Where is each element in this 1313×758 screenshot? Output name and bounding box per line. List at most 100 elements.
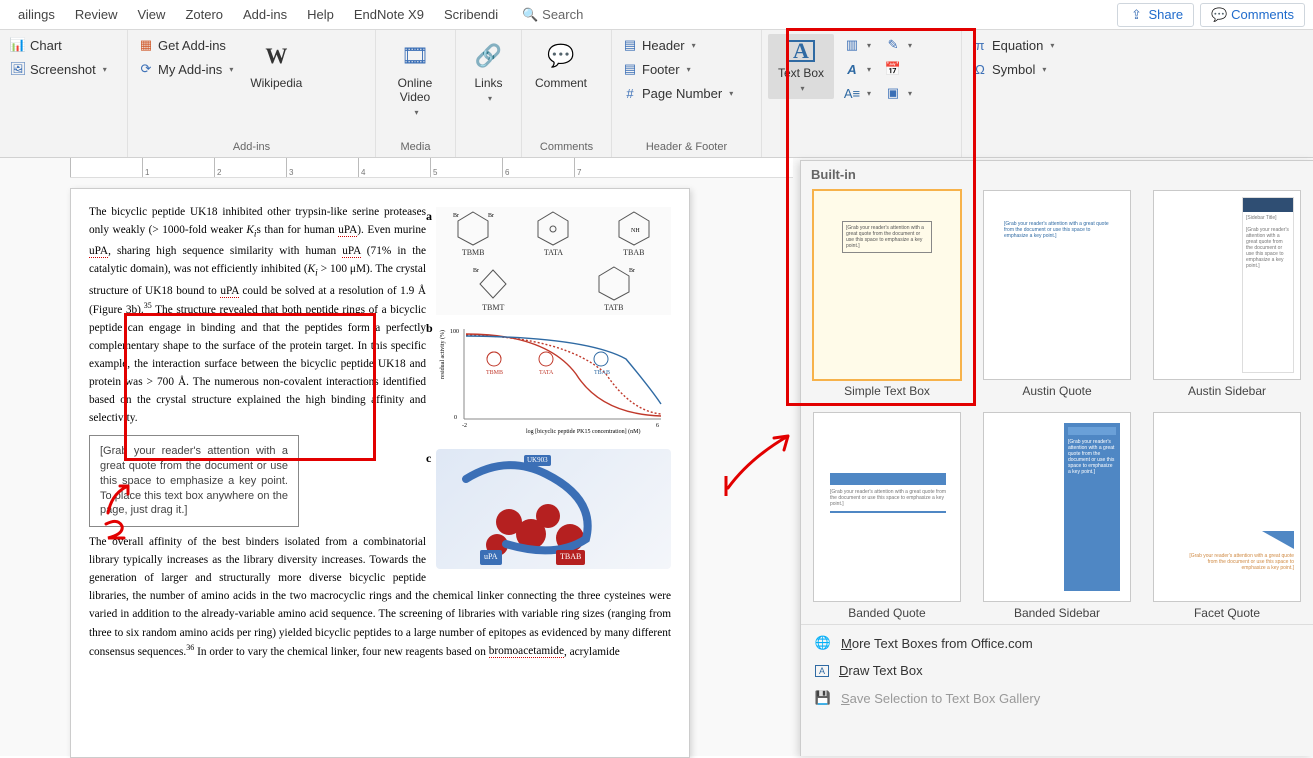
gallery-item-simple-text-box[interactable]: [Grab your reader's attention with a gre… bbox=[811, 190, 963, 398]
save-selection-gallery[interactable]: 💾Save Selection to Text Box Gallery bbox=[801, 684, 1313, 712]
svg-text:residual activity (%): residual activity (%) bbox=[439, 330, 446, 379]
mol-tatb: TATB bbox=[589, 302, 639, 315]
gallery-item-banded-quote[interactable]: [Grab your reader's attention with a gre… bbox=[811, 412, 963, 620]
document-page[interactable]: a BrBrTBMB TATA NHTBAB BrTBMT BrTATB bbox=[70, 188, 690, 758]
screenshot-button[interactable]: 🖼Screenshot bbox=[6, 58, 111, 80]
tab-review[interactable]: Review bbox=[65, 1, 128, 28]
tab-zotero[interactable]: Zotero bbox=[175, 1, 233, 28]
quick-parts-button[interactable]: ▥ bbox=[840, 34, 875, 56]
text-box-button[interactable]: A Text Box bbox=[768, 34, 834, 99]
links-button[interactable]: 🔗 Links bbox=[462, 34, 515, 109]
wordart-button[interactable]: A bbox=[840, 58, 875, 80]
draw-textbox-icon: A bbox=[815, 665, 829, 677]
wikipedia-button[interactable]: W Wikipedia bbox=[243, 34, 309, 96]
store-icon: ▦ bbox=[138, 37, 154, 53]
tab-strip: ailings Review View Zotero Add-ins Help … bbox=[0, 0, 1313, 30]
video-label: Online Video bbox=[384, 76, 446, 104]
tab-mailings[interactable]: ailings bbox=[8, 1, 65, 28]
thumb-simple: [Grab your reader's attention with a gre… bbox=[842, 221, 932, 253]
wordart-icon: A bbox=[844, 61, 860, 77]
tab-addins[interactable]: Add-ins bbox=[233, 1, 297, 28]
ruler-1: 1 bbox=[142, 158, 214, 177]
svg-text:TATA: TATA bbox=[539, 370, 554, 376]
search-icon: 🔍 bbox=[522, 7, 538, 23]
group-label-comments: Comments bbox=[528, 139, 605, 155]
symbol-icon: Ω bbox=[972, 61, 988, 77]
quickparts-icon: ▥ bbox=[844, 37, 860, 53]
search-box[interactable]: 🔍 Search bbox=[522, 7, 583, 23]
gallery-footer: 🌐MMore Text Boxes from Office.comore Tex… bbox=[801, 624, 1313, 716]
group-label-text bbox=[768, 139, 955, 155]
mol-tbmt: TBMT bbox=[468, 302, 518, 315]
wikipedia-label: Wikipedia bbox=[250, 76, 302, 90]
symbol-button[interactable]: Ω Symbol bbox=[968, 58, 1058, 80]
gallery-item-austin-sidebar[interactable]: [Sidebar Title][Grab your reader's atten… bbox=[1151, 190, 1303, 398]
date-icon: 📅 bbox=[885, 61, 901, 77]
mol-tbab: TBAB bbox=[609, 247, 659, 260]
symbol-label: Symbol bbox=[992, 62, 1035, 77]
new-comment-icon: 💬 bbox=[545, 40, 577, 72]
group-label-media: Media bbox=[382, 139, 449, 155]
more-text-boxes[interactable]: 🌐MMore Text Boxes from Office.comore Tex… bbox=[801, 629, 1313, 657]
tab-help[interactable]: Help bbox=[297, 1, 344, 28]
annotation-number-2 bbox=[100, 516, 130, 546]
horizontal-ruler[interactable]: 1 2 3 4 5 6 7 bbox=[70, 158, 793, 178]
object-button[interactable]: ▣ bbox=[881, 82, 916, 104]
get-addins-button[interactable]: ▦Get Add-ins bbox=[134, 34, 237, 56]
comment-label: Comment bbox=[535, 76, 587, 90]
gallery-item-austin-quote[interactable]: [Grab your reader's attention with a gre… bbox=[981, 190, 1133, 398]
svg-text:Br: Br bbox=[453, 213, 459, 219]
footer-button[interactable]: ▤Footer bbox=[618, 58, 737, 80]
ribbon: 📊Chart 🖼Screenshot ▦Get Add-ins ⟳ My Add-… bbox=[0, 30, 1313, 158]
chart-button[interactable]: 📊Chart bbox=[6, 34, 111, 56]
header-button[interactable]: ▤ Header bbox=[618, 34, 737, 56]
pagenum-label: Page Number bbox=[642, 86, 722, 101]
document-body[interactable]: a BrBrTBMB TATA NHTBAB BrTBMT BrTATB bbox=[89, 203, 671, 660]
fig-label-c: c bbox=[426, 449, 431, 468]
gallery-label-4: Banded Sidebar bbox=[1014, 606, 1100, 620]
fig-label-b: b bbox=[426, 319, 433, 338]
equation-button[interactable]: π Equation bbox=[968, 34, 1058, 56]
link-icon: 🔗 bbox=[473, 40, 505, 72]
drop-cap-button[interactable]: A≡ bbox=[840, 82, 875, 104]
mol-tbmb: TBMB bbox=[448, 247, 498, 260]
gallery-label-0: Simple Text Box bbox=[844, 384, 930, 398]
figure-3: a BrBrTBMB TATA NHTBAB BrTBMT BrTATB bbox=[436, 207, 671, 569]
page-number-button[interactable]: #Page Number bbox=[618, 82, 737, 104]
my-addins-label: My Add-ins bbox=[158, 62, 222, 77]
addins-icon: ⟳ bbox=[138, 61, 154, 77]
tag-uk903: UK903 bbox=[524, 455, 551, 466]
gallery-header: Built-in bbox=[801, 161, 1313, 186]
tab-scribendi[interactable]: Scribendi bbox=[434, 1, 508, 28]
tab-endnote[interactable]: EndNote X9 bbox=[344, 1, 434, 28]
my-addins-button[interactable]: ⟳ My Add-ins bbox=[134, 58, 237, 80]
comments-button[interactable]: 💬 Comments bbox=[1200, 3, 1305, 27]
ruler-4: 4 bbox=[358, 158, 430, 177]
globe-icon: 🌐 bbox=[815, 635, 831, 651]
equation-label: Equation bbox=[992, 38, 1043, 53]
svg-text:NH: NH bbox=[631, 228, 640, 234]
ruler-5: 5 bbox=[430, 158, 502, 177]
ruler-7: 7 bbox=[574, 158, 646, 177]
svg-text:TBAB: TBAB bbox=[594, 370, 610, 376]
comment-icon: 💬 bbox=[1211, 7, 1227, 23]
online-video-button[interactable]: 🎞 Online Video bbox=[382, 34, 448, 123]
fig-label-a: a bbox=[426, 207, 432, 226]
tag-upa: uPA bbox=[480, 550, 502, 565]
gallery-item-facet-quote[interactable]: [Grab your reader's attention with a gre… bbox=[1151, 412, 1303, 620]
header-icon: ▤ bbox=[622, 37, 638, 53]
header-label: Header bbox=[642, 38, 685, 53]
gallery-item-banded-sidebar[interactable]: [Grab your reader's attention with a gre… bbox=[981, 412, 1133, 620]
comment-button[interactable]: 💬 Comment bbox=[528, 34, 594, 96]
signature-button[interactable]: ✎ bbox=[881, 34, 916, 56]
datetime-button[interactable]: 📅 bbox=[881, 58, 916, 80]
video-icon: 🎞 bbox=[399, 40, 431, 72]
equation-icon: π bbox=[972, 37, 988, 53]
group-label-addins: Add-ins bbox=[134, 139, 369, 155]
svg-text:0: 0 bbox=[454, 415, 457, 421]
tab-view[interactable]: View bbox=[127, 1, 175, 28]
svg-text:100: 100 bbox=[450, 329, 459, 335]
draw-text-box[interactable]: ADraw Text Box bbox=[801, 657, 1313, 684]
footer-label: Footer bbox=[642, 62, 680, 77]
share-button[interactable]: ⇪ Share bbox=[1117, 3, 1194, 27]
